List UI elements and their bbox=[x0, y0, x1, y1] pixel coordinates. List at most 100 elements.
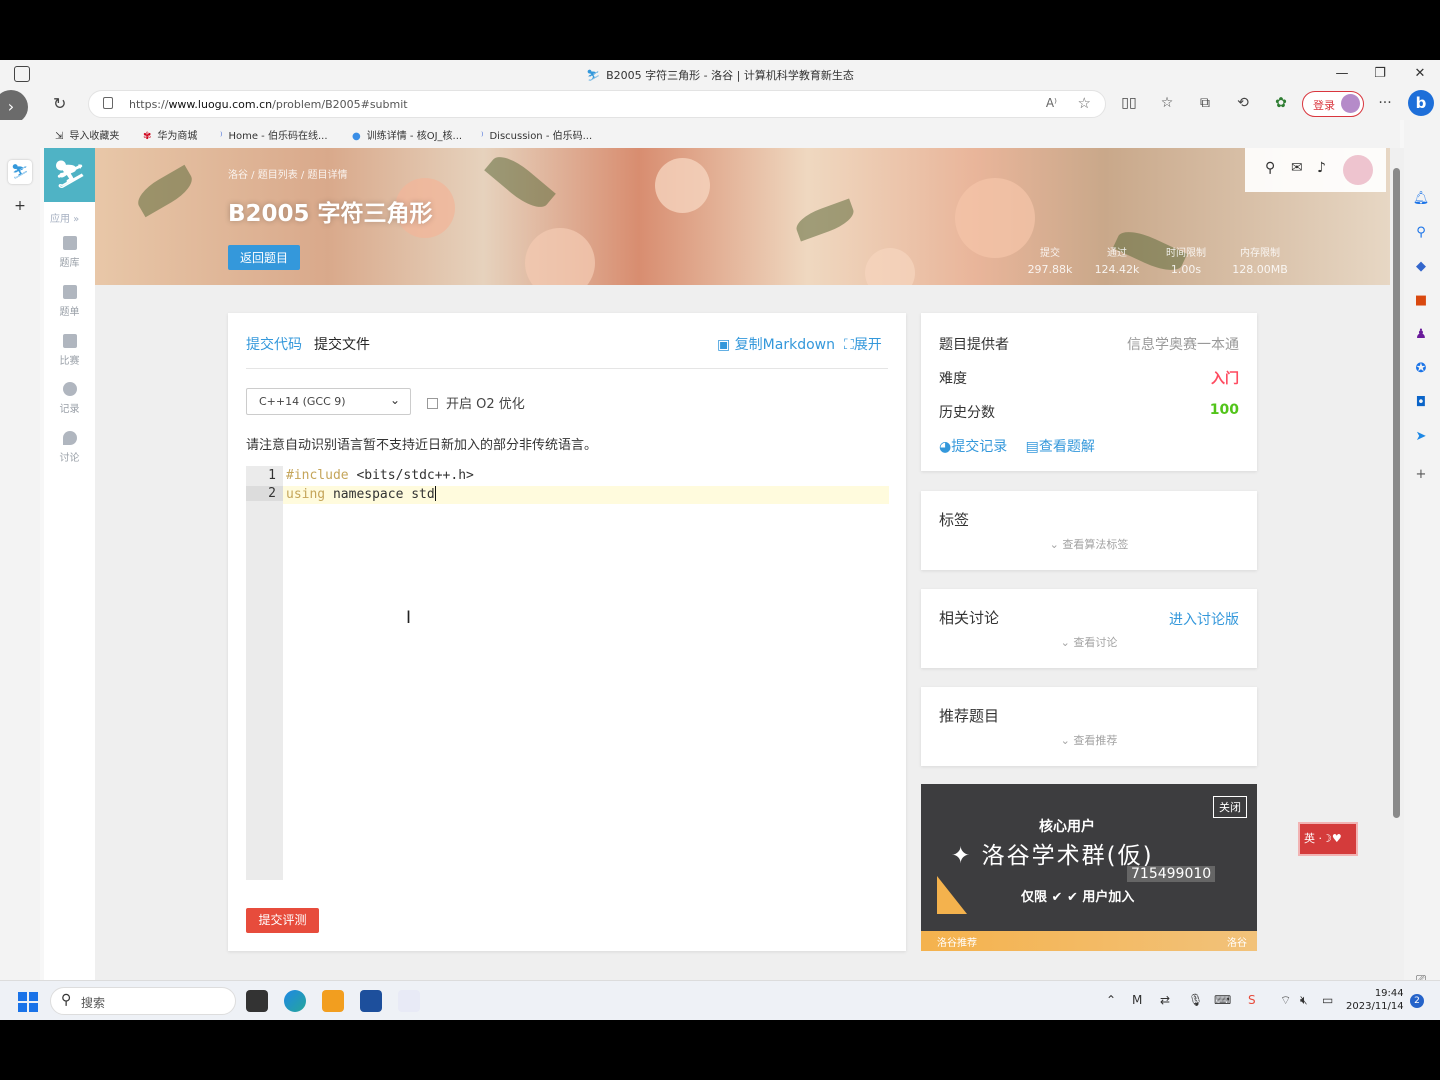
language-select[interactable]: C++14 (GCC 9) ⌄ bbox=[246, 388, 411, 415]
promo-footer: 洛谷推荐 洛谷 bbox=[921, 931, 1257, 951]
battery-icon[interactable]: ▭ bbox=[1322, 993, 1333, 1007]
notification-badge[interactable]: 2 bbox=[1410, 994, 1424, 1008]
tag-icon[interactable]: ◆ bbox=[1412, 258, 1430, 276]
file-explorer-icon[interactable] bbox=[246, 990, 268, 1012]
tray-app-icon[interactable]: S bbox=[1248, 993, 1256, 1007]
close-window-button[interactable]: ✕ bbox=[1410, 64, 1430, 84]
tab-submit-file[interactable]: 提交文件 bbox=[314, 334, 370, 354]
start-button[interactable] bbox=[18, 992, 38, 1012]
dev-cpp-icon[interactable] bbox=[360, 990, 382, 1012]
show-recommendations-button[interactable]: ⌄ 查看推荐 bbox=[921, 732, 1257, 748]
apps-toggle[interactable]: 应用 » bbox=[50, 210, 79, 225]
bell-icon[interactable]: ♪ bbox=[1317, 160, 1326, 176]
provider-value[interactable]: 信息学奥赛一本通 bbox=[1127, 334, 1239, 354]
ime-indicator[interactable]: 英 ·☽♥ bbox=[1298, 822, 1358, 856]
show-discussions-button[interactable]: ⌄ 查看讨论 bbox=[921, 634, 1257, 650]
bookmark-bolema-home[interactable]: ⁾ Home - 伯乐码在线... bbox=[220, 127, 328, 142]
nav-problems[interactable]: 题库 bbox=[44, 236, 95, 269]
nav-problem-lists[interactable]: 题单 bbox=[44, 285, 95, 318]
records-link[interactable]: ◕提交记录 bbox=[939, 439, 1007, 455]
drop-icon[interactable]: ➤ bbox=[1412, 428, 1430, 446]
app-icon[interactable] bbox=[322, 990, 344, 1012]
page-title: B2005 字符三角形 bbox=[228, 201, 433, 227]
favorites-icon[interactable]: ☆ bbox=[1158, 94, 1176, 112]
checkbox[interactable] bbox=[427, 398, 438, 409]
tray-transfer-icon[interactable]: ⇄ bbox=[1160, 993, 1170, 1007]
scrollbar-thumb[interactable] bbox=[1393, 168, 1400, 818]
minimize-button[interactable]: — bbox=[1332, 64, 1352, 84]
bookmark-discussion[interactable]: ⁾ Discussion - 伯乐码... bbox=[481, 127, 592, 142]
restore-button[interactable]: ❐ bbox=[1370, 64, 1390, 84]
stat-memory-limit: 内存限制 128.00MB bbox=[1232, 248, 1288, 276]
nav-discuss[interactable]: 讨论 bbox=[44, 431, 95, 464]
difficulty-value: 入门 bbox=[1211, 371, 1239, 387]
extension-icon[interactable]: ✿ bbox=[1272, 94, 1290, 112]
recommend-title: 推荐题目 bbox=[939, 707, 1000, 725]
refresh-icon[interactable]: ↻ bbox=[53, 94, 66, 113]
app-icon[interactable] bbox=[398, 990, 420, 1012]
edge-icon[interactable] bbox=[284, 990, 306, 1012]
enter-forum-link[interactable]: 进入讨论版 bbox=[1169, 609, 1239, 629]
promo-banner[interactable]: 关闭 核心用户 ✦ 洛谷学术群(仮) 715499010 仅限 ✔ ✔ 用户加入… bbox=[921, 784, 1257, 951]
text-caret bbox=[434, 486, 437, 501]
copy-markdown-button[interactable]: ▣ 复制Markdown bbox=[717, 334, 835, 354]
wifi-icon[interactable]: ⌔ bbox=[1280, 993, 1291, 1008]
back-to-problem-button[interactable]: 返回题目 bbox=[228, 245, 301, 270]
search-icon: ⚲ bbox=[61, 992, 72, 1008]
user-toolbar: ⚲ ✉ ♪ bbox=[1245, 148, 1386, 192]
bolema-icon: ⁾ bbox=[481, 131, 484, 142]
o2-optimization-checkbox[interactable]: 开启 O2 优化 bbox=[427, 393, 525, 412]
submit-judge-button[interactable]: 提交评测 bbox=[246, 908, 319, 933]
show-tags-button[interactable]: ⌄ 查看算法标签 bbox=[921, 536, 1257, 552]
mail-icon[interactable]: ✉ bbox=[1291, 160, 1303, 176]
luogu-logo[interactable]: ⛷ bbox=[44, 148, 95, 202]
taskbar-search[interactable]: ⚲ 搜索 bbox=[50, 987, 236, 1015]
code-editor[interactable]: 1 2 #include <bits/stdc++.h> using names… bbox=[246, 466, 889, 880]
bing-copilot-icon[interactable]: b bbox=[1408, 90, 1434, 116]
bookmark-huawei[interactable]: ✾ 华为商城 bbox=[143, 127, 197, 142]
code-line[interactable]: #include <bits/stdc++.h> bbox=[286, 468, 474, 483]
collections-icon[interactable]: ⧉ bbox=[1196, 94, 1214, 112]
microsoft365-icon[interactable]: ✪ bbox=[1412, 360, 1430, 378]
markdown-icon: ▣ bbox=[717, 337, 735, 353]
add-icon[interactable]: + bbox=[1412, 466, 1430, 484]
volume-muted-icon[interactable]: 🔇︎ bbox=[1300, 993, 1308, 1008]
tab-submit-code[interactable]: 提交代码 bbox=[246, 334, 302, 354]
keyboard-icon[interactable]: ⌨ bbox=[1214, 993, 1231, 1007]
outlook-icon[interactable]: ◘ bbox=[1412, 394, 1430, 412]
address-bar[interactable]: https://www.luogu.com.cn/problem/B2005#s… bbox=[88, 90, 1106, 118]
read-aloud-icon[interactable]: A⁾ bbox=[1046, 96, 1057, 110]
stat-submissions: 提交 297.88k bbox=[1027, 248, 1073, 276]
toolbox-icon[interactable]: ■ bbox=[1412, 292, 1430, 310]
history-icon[interactable]: ⟲ bbox=[1234, 94, 1252, 112]
expand-button[interactable]: ⛶展开 bbox=[844, 334, 882, 354]
solution-link[interactable]: ▤查看题解 bbox=[1026, 439, 1095, 455]
code-line[interactable]: using namespace std bbox=[286, 486, 437, 502]
bookmark-training[interactable]: ● 训练详情 - 核OJ_核... bbox=[352, 127, 462, 142]
close-ad-button[interactable]: 关闭 bbox=[1213, 796, 1247, 818]
sidebar-toggle-button[interactable]: › bbox=[0, 90, 28, 124]
new-tab-button[interactable]: + bbox=[8, 194, 32, 218]
games-icon[interactable]: ♟ bbox=[1412, 326, 1430, 344]
page-scrollbar[interactable] bbox=[1390, 148, 1404, 980]
microphone-icon[interactable]: 🎙︎ bbox=[1188, 993, 1203, 1007]
nav-contests[interactable]: 比赛 bbox=[44, 334, 95, 367]
search-icon[interactable]: ⚲ bbox=[1265, 160, 1275, 176]
tray-app-icon[interactable]: M bbox=[1132, 993, 1142, 1007]
split-screen-icon[interactable]: ▯▯ bbox=[1120, 94, 1138, 112]
url-text[interactable]: https://www.luogu.com.cn/problem/B2005#s… bbox=[129, 98, 408, 111]
vertical-tabs-rail: ⛷ + bbox=[0, 148, 40, 980]
chevron-up-icon[interactable]: ⌃ bbox=[1106, 993, 1116, 1007]
user-avatar[interactable] bbox=[1343, 155, 1373, 185]
bookmark-import[interactable]: ⇲ 导入收藏夹 bbox=[55, 127, 119, 142]
bell-icon[interactable]: 🔔︎ bbox=[1412, 190, 1430, 208]
login-button[interactable]: 登录 bbox=[1302, 91, 1364, 117]
clock[interactable]: 19:44 2023/11/14 bbox=[1346, 987, 1404, 1013]
favorite-star-icon[interactable]: ☆ bbox=[1078, 94, 1091, 112]
text-cursor-icon: I bbox=[406, 608, 412, 628]
active-tab-luogu[interactable]: ⛷ bbox=[8, 160, 32, 184]
more-menu-icon[interactable]: ··· bbox=[1376, 94, 1394, 112]
nav-records[interactable]: 记录 bbox=[44, 382, 95, 415]
search-icon[interactable]: ⚲ bbox=[1412, 224, 1430, 242]
breadcrumb[interactable]: 洛谷 / 题目列表 / 题目详情 bbox=[228, 166, 347, 181]
